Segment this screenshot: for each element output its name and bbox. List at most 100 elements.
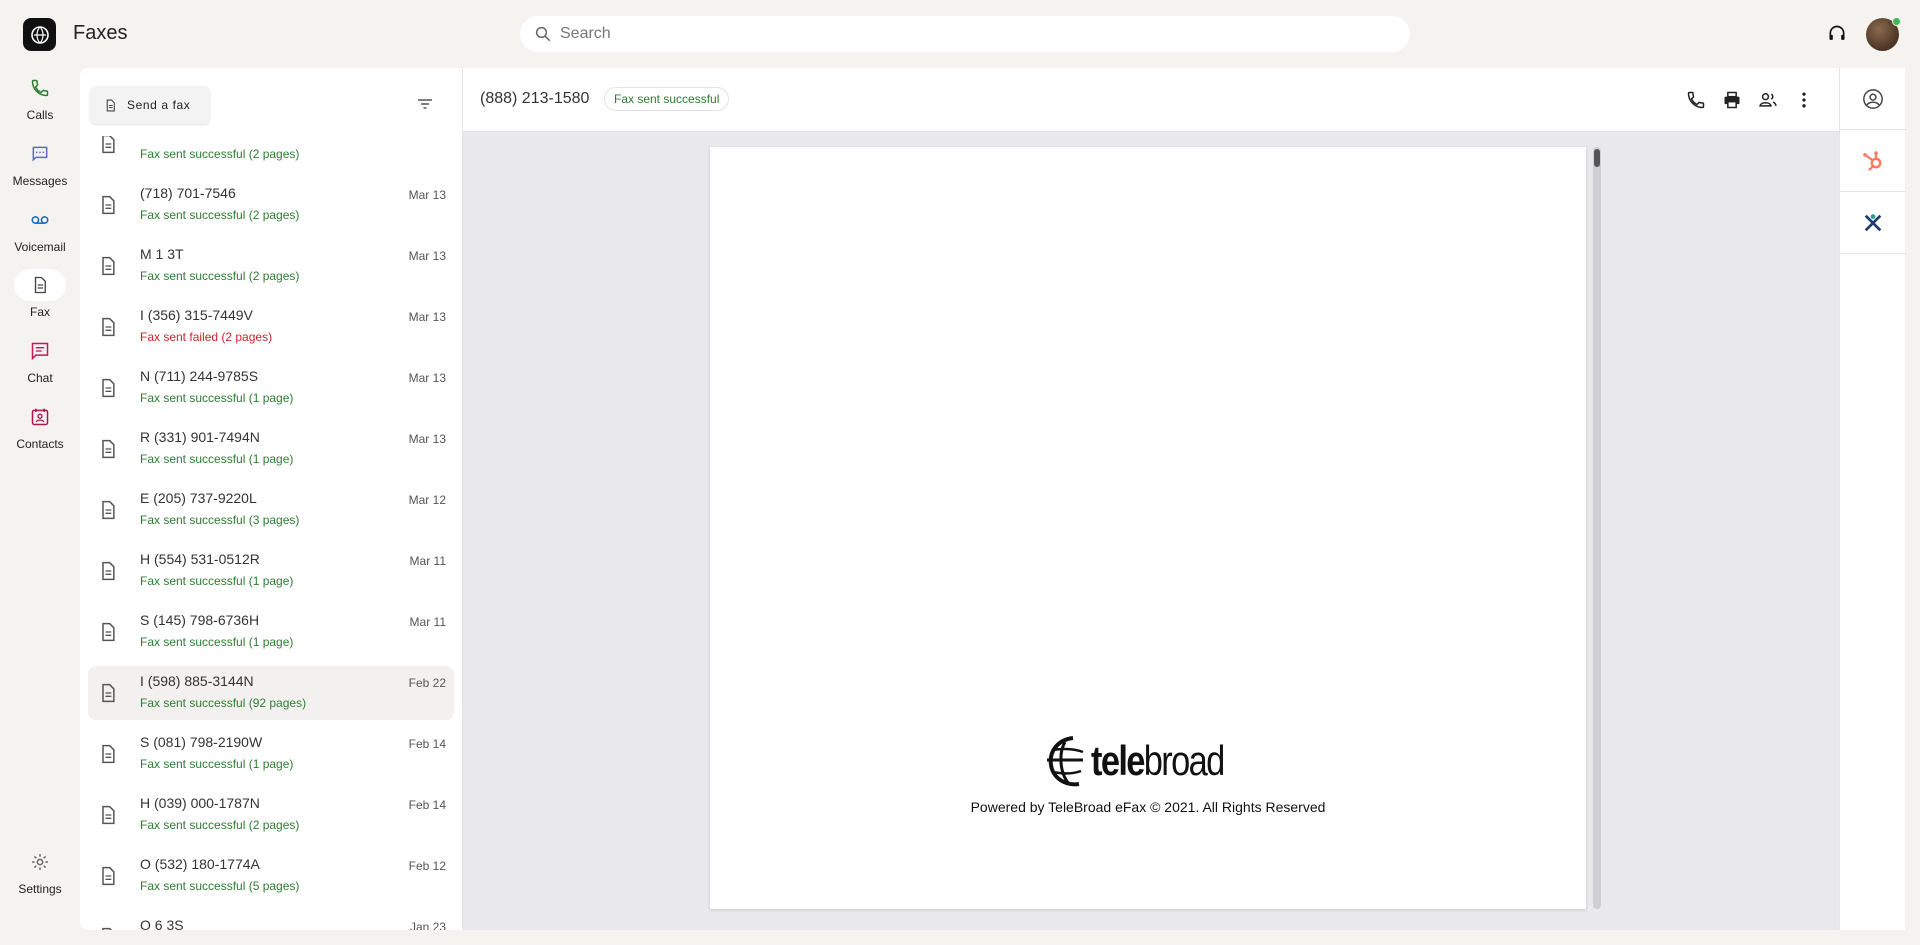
fax-recipient: H (039) 000-1787N [140, 795, 260, 811]
call-icon[interactable] [1686, 90, 1706, 110]
headset-icon[interactable] [1827, 24, 1847, 44]
contacts-icon [31, 408, 49, 426]
document-icon [102, 561, 115, 581]
fax-date: Mar 13 [408, 371, 446, 385]
fax-recipient: N (711) 244-9785S [140, 368, 259, 384]
filter-icon[interactable] [413, 92, 437, 116]
app-logo-icon[interactable] [23, 18, 56, 51]
fax-list-item[interactable]: E (205) 737-9220L Fax sent successful (3 … [88, 483, 454, 537]
nav-label-chat: Chat [27, 371, 53, 385]
fax-list-item[interactable]: I (356) 315-7449V Fax sent failed (2 page… [88, 300, 454, 354]
fax-date: Mar 13 [408, 249, 446, 263]
fax-recipient: E (205) 737-9220L [140, 490, 257, 506]
fax-list-item[interactable]: H (554) 531-0512R Fax sent successful (1 … [88, 544, 454, 598]
document-icon [102, 256, 115, 276]
document-icon [102, 317, 115, 337]
message-icon [32, 146, 48, 162]
fax-status: Fax sent successful (2 pages) [140, 269, 300, 283]
integration-icon [1864, 213, 1882, 231]
status-badge: Fax sent successful [604, 87, 730, 111]
user-avatar[interactable] [1866, 17, 1901, 51]
nav-item-voicemail[interactable]: Voicemail [0, 204, 80, 264]
fax-list-item[interactable]: I (598) 885-3144N Fax sent successful (92… [88, 666, 454, 720]
nav-item-messages[interactable]: Messages [0, 138, 80, 198]
fax-recipient: R (331) 901-7494N [140, 429, 260, 445]
fax-list-item[interactable]: M 1 3T Fax sent successful (2 pages) Mar 1… [88, 239, 454, 293]
fax-date: Feb 22 [408, 676, 446, 690]
globe-logo-icon [1047, 736, 1084, 787]
fax-date: Mar 11 [409, 615, 446, 629]
document-icon [102, 439, 115, 459]
nav-label-fax: Fax [29, 305, 50, 319]
nav-item-contacts[interactable]: Contacts [0, 401, 80, 461]
fax-status: Fax sent successful (2 pages) [140, 208, 300, 222]
fax-list-panel: Send a fax Fax sent successful (2 pages)… [80, 68, 463, 930]
fax-footer-text: Powered by TeleBroad eFax © 2021. All Ri… [970, 799, 1326, 815]
main-nav: Calls Messages Voicemail Fax Chat Contac… [0, 68, 80, 945]
brand-wordmark-tele: tele [1091, 737, 1145, 784]
contact-icon[interactable] [1758, 90, 1778, 110]
fax-recipient: O 6 3S [140, 917, 184, 930]
fax-list-item[interactable]: S (145) 798-6736H Fax sent successful (1 … [88, 605, 454, 659]
send-fax-button[interactable]: Send a fax [90, 86, 210, 124]
brand-wordmark: telebroad [1091, 737, 1226, 785]
print-icon[interactable] [1722, 90, 1742, 110]
fax-list-item[interactable]: H (039) 000-1787N Fax sent successful (2 … [88, 788, 454, 842]
page-title: Faxes [73, 22, 128, 44]
rail-hubspot-button[interactable] [1840, 130, 1906, 192]
document-icon [102, 866, 115, 886]
fax-date: Mar 12 [408, 493, 446, 507]
fax-list-item[interactable]: O 6 3S Jan 23 [88, 910, 454, 930]
more-vert-icon[interactable] [1794, 90, 1814, 110]
hubspot-icon [1863, 150, 1882, 171]
fax-list: Fax sent successful (2 pages) (718) 701-7… [80, 136, 462, 930]
scrollbar-thumb[interactable] [1594, 149, 1600, 167]
fax-recipient: S (081) 798-2190W [140, 734, 263, 750]
fax-status: Fax sent successful (1 page) [140, 635, 294, 649]
fax-list-item[interactable]: R (331) 901-7494N Fax sent successful (1 … [88, 422, 454, 476]
search-input[interactable] [560, 25, 1360, 43]
nav-item-fax[interactable]: Fax [0, 269, 80, 329]
nav-label-messages: Messages [12, 174, 68, 188]
nav-item-settings[interactable]: Settings [0, 846, 80, 906]
fax-list-item[interactable]: S (081) 798-2190W Fax sent successful (1 … [88, 727, 454, 781]
rail-integration-button[interactable] [1840, 192, 1906, 254]
fax-recipient: M 1 3T [140, 246, 184, 262]
search-bar[interactable] [520, 16, 1410, 52]
fax-status: Fax sent successful (1 page) [140, 452, 294, 466]
send-fax-label: Send a fax [127, 98, 191, 112]
fax-recipient: I (356) 315-7449V [140, 307, 253, 323]
nav-item-calls[interactable]: Calls [0, 72, 80, 132]
preview-scrollbar[interactable] [1593, 147, 1601, 909]
nav-label-contacts: Contacts [16, 437, 64, 451]
document-icon [102, 195, 115, 215]
document-icon [102, 683, 115, 703]
fax-status: Fax sent successful (92 pages) [140, 696, 307, 710]
chat-icon [31, 342, 49, 361]
document-icon [102, 622, 115, 642]
fax-recipient: I (598) 885-3144N [140, 673, 254, 689]
fax-status: Fax sent successful (3 pages) [140, 513, 300, 527]
fax-status: Fax sent successful (2 pages) [140, 147, 300, 161]
fax-status: Fax sent failed (2 pages) [140, 330, 273, 344]
fax-list-item[interactable]: Fax sent successful (2 pages) [88, 136, 454, 171]
fax-date: Mar 13 [408, 310, 446, 324]
fax-date: Feb 14 [408, 798, 446, 812]
rail-profile-button[interactable] [1840, 68, 1906, 130]
document-icon [102, 136, 115, 154]
search-icon [535, 26, 551, 42]
fax-list-item[interactable]: O (532) 180-1774A Fax sent successful (5 … [88, 849, 454, 903]
fax-number: (888) 213-1580 [480, 90, 590, 107]
fax-status: Fax sent successful (2 pages) [140, 818, 300, 832]
fax-list-item[interactable]: N (711) 244-9785S Fax sent successful (1 … [88, 361, 454, 415]
account-circle-icon [1863, 88, 1883, 109]
fax-date: Jan 23 [409, 920, 446, 930]
nav-item-chat[interactable]: Chat [0, 335, 80, 395]
fax-date: Feb 14 [408, 737, 446, 751]
voicemail-icon [31, 216, 49, 224]
nav-label-voicemail: Voicemail [14, 240, 66, 254]
fax-list-item[interactable]: (718) 701-7546 Fax sent successful (2 pag… [88, 178, 454, 232]
brand-wordmark-broad: broad [1143, 737, 1226, 784]
phone-icon [31, 79, 49, 97]
document-icon [106, 99, 115, 111]
